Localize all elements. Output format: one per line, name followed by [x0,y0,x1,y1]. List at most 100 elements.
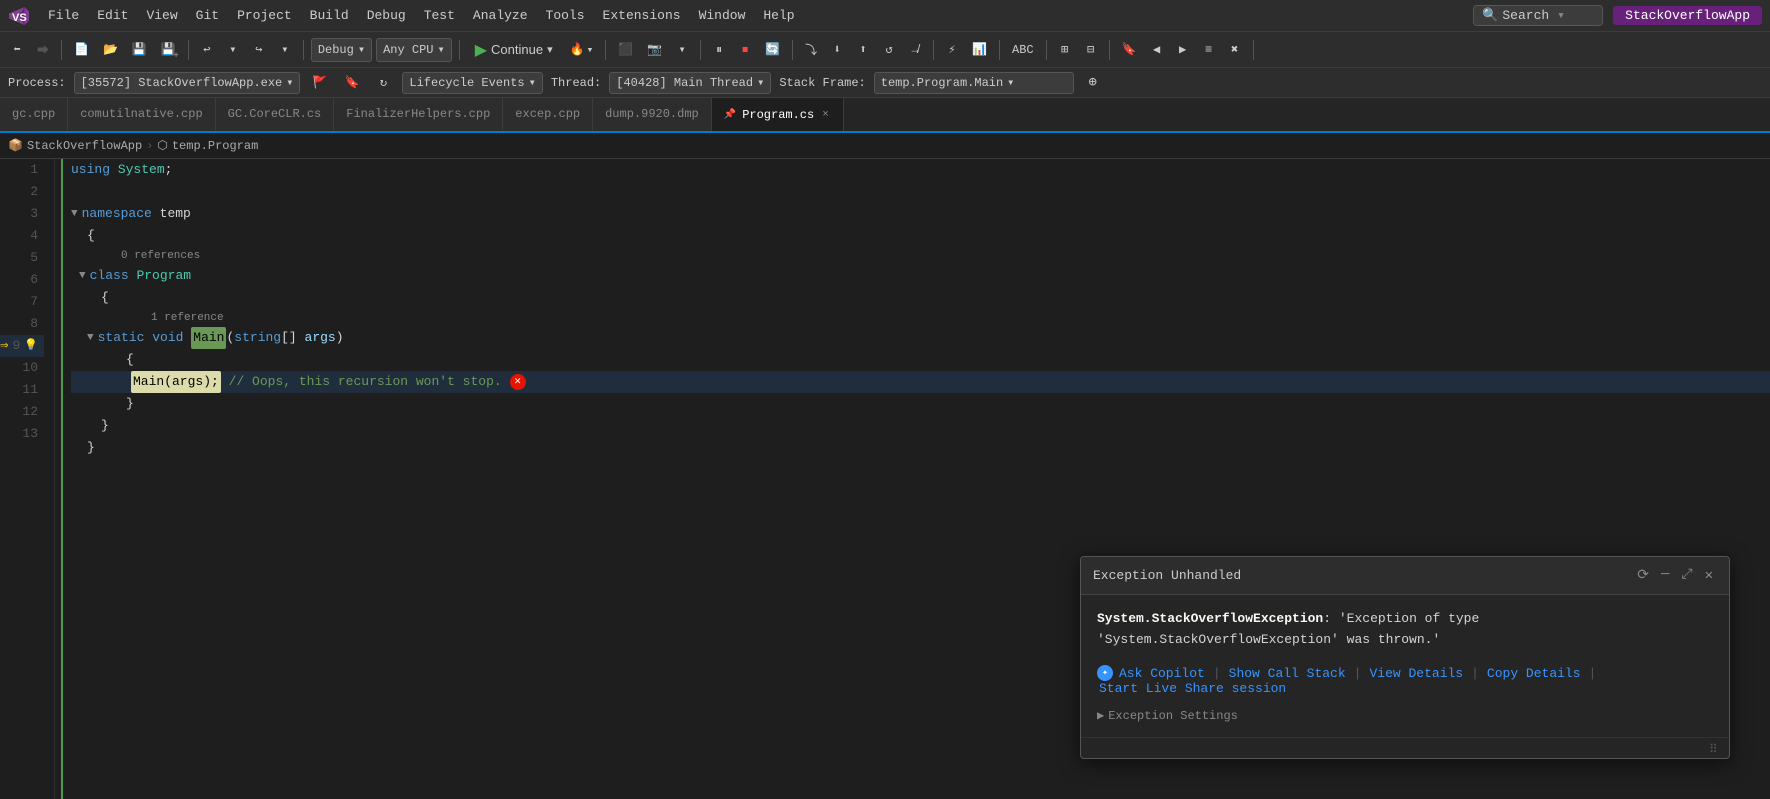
forward-button[interactable]: ⮕ [32,37,54,63]
more-actions-button[interactable]: ⊟ [1080,37,1102,63]
stackframe-label: Stack Frame: [779,76,865,90]
process-label: Process: [8,76,66,90]
hot-reload-button[interactable]: 🔥 ▾ [565,37,599,63]
menu-analyze[interactable]: Analyze [465,6,536,25]
tab-finalizer[interactable]: FinalizerHelpers.cpp [334,98,503,131]
stop-button[interactable]: ⏹ [734,37,756,63]
redo-button[interactable]: ↪ [248,37,270,63]
lifecycle-dropdown[interactable]: Lifecycle Events ▾ [402,72,542,94]
line-numbers: 1 2 3 4 5 6 7 8 ⇒ 9 💡 10 11 12 13 [0,159,55,799]
menu-tools[interactable]: Tools [538,6,593,25]
next-bookmark-button[interactable]: ▶ [1172,37,1194,63]
search-box[interactable]: 🔍 Search ▾ [1473,5,1603,26]
separator-5 [605,40,606,60]
redo-dropdown[interactable]: ▾ [274,37,296,63]
breadcrumb-separator: › [146,139,153,153]
clear-bookmarks-button[interactable]: ✖ [1224,37,1246,63]
continue-button[interactable]: ▶ Continue ▾ [467,38,561,62]
expand-stackframe-button[interactable]: ⊕ [1082,72,1104,94]
tab-gc-cpp[interactable]: gc.cpp [0,98,68,131]
breakpoints-button[interactable]: ⬛ [613,37,638,63]
prev-bookmark-button[interactable]: ◀ [1146,37,1168,63]
menu-file[interactable]: File [40,6,87,25]
keyword-namespace: namespace [82,203,152,225]
show-call-stack-button[interactable]: Show Call Stack [1227,666,1348,681]
snapshot-button[interactable]: 📷 [642,37,667,63]
code-content[interactable]: using System ; ▼ namespace temp { 0 refe… [63,159,1770,799]
tab-label: comutilnative.cpp [80,107,202,121]
bookmark-button[interactable]: 🔖 [1117,37,1142,63]
thread-dropdown[interactable]: [40428] Main Thread ▾ [609,72,771,94]
exception-settings-label: Exception Settings [1108,709,1238,723]
sep-2: | [1354,666,1362,681]
breadcrumb-project[interactable]: StackOverflowApp [27,139,142,153]
view-details-button[interactable]: View Details [1367,666,1465,681]
close-exception-button[interactable]: ✕ [1701,565,1717,586]
run-to-cursor-button[interactable]: ↛ [904,37,926,63]
undo-dropdown[interactable]: ▾ [222,37,244,63]
spelling-button[interactable]: ABC [1007,37,1039,63]
tab-comutilnative[interactable]: comutilnative.cpp [68,98,215,131]
lightbulb-icon[interactable]: 💡 [24,335,38,357]
menu-window[interactable]: Window [691,6,754,25]
performance-button[interactable]: ⚡ [941,37,963,63]
open-folder-button[interactable]: 📂 [98,37,123,63]
menu-test[interactable]: Test [416,6,463,25]
layout-button[interactable]: ⊞ [1054,37,1076,63]
refresh-debug-button[interactable]: ↻ [372,72,394,94]
breadcrumb-class[interactable]: temp.Program [172,139,258,153]
save-all-button[interactable]: 💾+ [156,37,181,63]
menu-view[interactable]: View [138,6,185,25]
collapse-icon-5[interactable]: ▼ [79,265,86,287]
method-name-highlighted: Main [191,327,226,349]
process-dropdown[interactable]: [35572] StackOverflowApp.exe ▾ [74,72,301,94]
menu-debug[interactable]: Debug [359,6,414,25]
restart-button[interactable]: 🔄 [760,37,785,63]
menu-extensions[interactable]: Extensions [595,6,689,25]
copilot-icon: ✦ [1097,665,1113,681]
platform-dropdown[interactable]: Any CPU ▾ [376,38,452,62]
pause-button[interactable]: ⏸ [708,37,730,63]
tab-excep[interactable]: excep.cpp [503,98,593,131]
back-button[interactable]: ⬅ [6,37,28,63]
resize-handle-icon[interactable]: ⠿ [1709,742,1721,754]
bookmark-list-button[interactable]: ≡ [1198,37,1220,63]
stackframe-dropdown[interactable]: temp.Program.Main ▾ [874,72,1074,94]
exception-settings[interactable]: ▶ Exception Settings [1097,708,1713,723]
bookmark-debug-button[interactable]: 🔖 [339,72,364,94]
code-line-3: ▼ namespace temp [71,203,1770,225]
undo-button[interactable]: ↩ [196,37,218,63]
tab-program-cs[interactable]: 📌 Program.cs × [712,98,844,131]
collapse-icon-3[interactable]: ▼ [71,203,78,225]
exception-header: Exception Unhandled ⟳ ─ ⤢ ✕ [1081,557,1729,595]
tab-gc-coreclr[interactable]: GC.CoreCLR.cs [216,98,335,131]
copy-details-button[interactable]: Copy Details [1485,666,1583,681]
new-file-button[interactable]: 📄 [69,37,94,63]
back-icon: ⬅ [13,42,20,57]
debug-mode-dropdown[interactable]: Debug ▾ [311,38,372,62]
step-back-button[interactable]: ↺ [878,37,900,63]
process-value: [35572] StackOverflowApp.exe [81,76,283,90]
menu-build[interactable]: Build [302,6,357,25]
minimize-icon[interactable]: ─ [1657,565,1673,586]
snapshot-dropdown[interactable]: ▾ [671,37,693,63]
app-title: StackOverflowApp [1613,6,1762,25]
history-icon[interactable]: ⟳ [1633,565,1653,586]
step-over-button[interactable]: ⤵ [800,37,822,63]
separator-6 [700,40,701,60]
detach-icon[interactable]: ⤢ [1677,565,1696,586]
save-button[interactable]: 💾 [127,37,152,63]
diagnostics-button[interactable]: 📊 [967,37,992,63]
menu-help[interactable]: Help [755,6,802,25]
step-out-button[interactable]: ⬆ [852,37,874,63]
menu-project[interactable]: Project [229,6,300,25]
menu-edit[interactable]: Edit [89,6,136,25]
toolbar: ⬅ ⮕ 📄 📂 💾 💾+ ↩ ▾ ↪ ▾ Debug ▾ Any CPU ▾ ▶… [0,32,1770,68]
tab-dump[interactable]: dump.9920.dmp [593,98,712,131]
start-live-share-button[interactable]: Start Live Share session [1097,681,1288,696]
step-into-button[interactable]: ⬇ [826,37,848,63]
ask-copilot-button[interactable]: Ask Copilot [1117,666,1207,681]
tab-close-button[interactable]: × [820,108,831,122]
collapse-icon-7[interactable]: ▼ [87,327,94,349]
menu-git[interactable]: Git [188,6,227,25]
